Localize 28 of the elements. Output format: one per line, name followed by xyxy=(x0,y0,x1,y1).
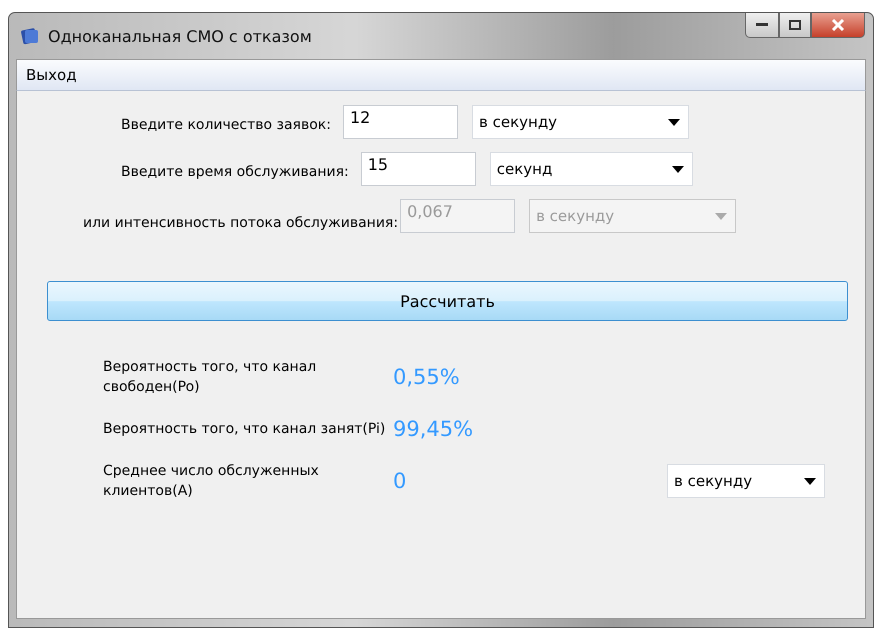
result-label: Среднее число обслуженных клиентов(A) xyxy=(103,462,320,501)
dropdown-arrow-icon xyxy=(668,118,680,126)
dropdown-arrow-icon xyxy=(672,166,684,172)
window-title: Одноканальная СМО с отказом xyxy=(48,26,312,46)
maximize-icon xyxy=(789,20,801,30)
field-label: или интенсивность потока обслуживания: xyxy=(83,215,398,231)
close-button[interactable] xyxy=(811,13,865,38)
field-label: Введите количество заявок: xyxy=(121,117,331,133)
app-icon xyxy=(20,26,40,46)
maximize-button[interactable] xyxy=(779,13,811,38)
result-value: 99,45% xyxy=(393,417,474,441)
minimize-icon xyxy=(756,23,768,27)
calculate-button[interactable]: Рассчитать xyxy=(47,281,848,321)
number-input[interactable]: 15 xyxy=(360,152,476,186)
unit-dropdown[interactable]: в секунду xyxy=(667,464,825,498)
result-label: Вероятность того, что канал занят(Pi) xyxy=(103,420,386,439)
dropdown-arrow-icon xyxy=(804,478,816,484)
minimize-button[interactable] xyxy=(745,13,779,38)
dropdown-arrow-icon xyxy=(715,212,728,220)
close-icon xyxy=(831,19,845,31)
unit-dropdown[interactable]: секунд xyxy=(490,152,693,186)
number-input[interactable]: 12 xyxy=(342,105,458,139)
unit-dropdown[interactable]: в секунду xyxy=(472,105,689,139)
menu-item[interactable]: Выход xyxy=(23,64,80,86)
result-value: 0 xyxy=(393,469,408,493)
result-value: 0,55% xyxy=(393,365,461,389)
result-label: Вероятность того, что канал свободен(Po) xyxy=(103,358,318,397)
field-label: Введите время обслуживания: xyxy=(121,164,349,180)
